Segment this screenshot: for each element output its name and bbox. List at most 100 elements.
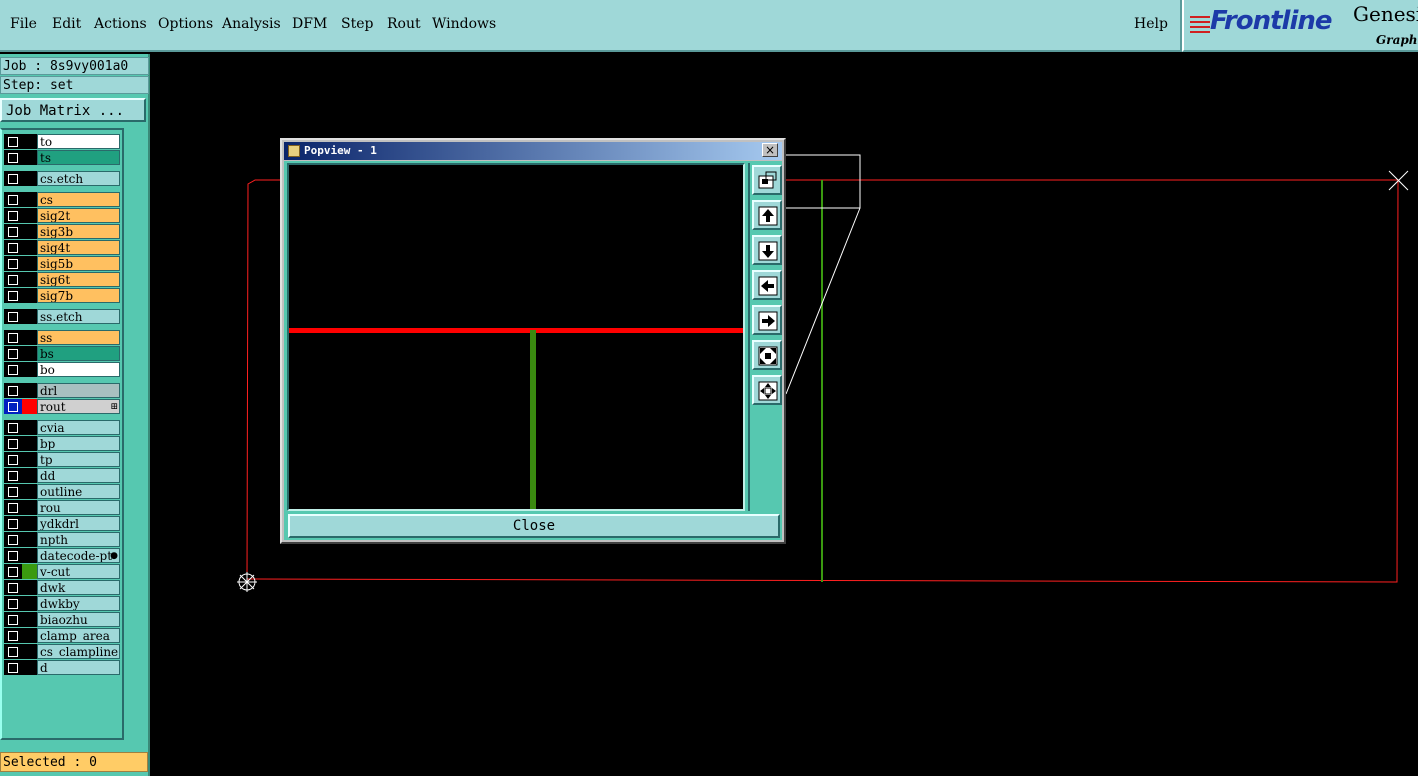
menu-actions[interactable]: Actions [94, 16, 147, 32]
layer-row-to[interactable]: to [4, 134, 122, 149]
layer-checkbox[interactable] [4, 484, 22, 499]
layer-row-ydkdrl[interactable]: ydkdrl [4, 516, 122, 531]
layer-name[interactable]: d [37, 660, 120, 675]
layer-name[interactable]: cs_clampline [37, 644, 120, 659]
layer-color-swatch[interactable] [22, 500, 37, 515]
layer-name[interactable]: dwk [37, 580, 120, 595]
job-matrix-button[interactable]: Job Matrix ... [0, 98, 146, 122]
layer-checkbox[interactable] [4, 150, 22, 165]
layer-checkbox[interactable] [4, 596, 22, 611]
layer-name[interactable]: outline [37, 484, 120, 499]
pan-right-button[interactable] [752, 305, 782, 335]
layer-checkbox[interactable] [4, 362, 22, 377]
layer-checkbox[interactable] [4, 548, 22, 563]
layer-name[interactable]: rou [37, 500, 120, 515]
layer-row-drl[interactable]: drl [4, 383, 122, 398]
layer-color-swatch[interactable] [22, 644, 37, 659]
layer-checkbox[interactable] [4, 134, 22, 149]
layer-name[interactable]: bs [37, 346, 120, 361]
layer-name[interactable]: tp [37, 452, 120, 467]
layer-checkbox[interactable] [4, 256, 22, 271]
layer-row-sig6t[interactable]: sig6t [4, 272, 122, 287]
menu-step[interactable]: Step [341, 16, 373, 32]
layer-color-swatch[interactable] [22, 660, 37, 675]
layer-name[interactable]: drl [37, 383, 120, 398]
layer-checkbox[interactable] [4, 500, 22, 515]
layer-row-dd[interactable]: dd [4, 468, 122, 483]
menu-options[interactable]: Options [158, 16, 213, 32]
layer-checkbox[interactable] [4, 452, 22, 467]
layer-name[interactable]: biaozhu [37, 612, 120, 627]
layer-row-cvia[interactable]: cvia [4, 420, 122, 435]
menu-windows[interactable]: Windows [432, 16, 496, 32]
layer-row-outline[interactable]: outline [4, 484, 122, 499]
layer-name[interactable]: npth [37, 532, 120, 547]
layer-row-clamp-area[interactable]: clamp_area [4, 628, 122, 643]
zoom-window-button[interactable] [752, 165, 782, 195]
popview-viewport[interactable] [287, 163, 745, 511]
layer-checkbox[interactable] [4, 612, 22, 627]
layer-color-swatch[interactable] [22, 224, 37, 239]
layer-row-v-cut[interactable]: v-cut [4, 564, 122, 579]
layer-row-bo[interactable]: bo [4, 362, 122, 377]
popview-window[interactable]: Popview - 1 × Close [280, 138, 786, 544]
pan-left-button[interactable] [752, 270, 782, 300]
layer-checkbox[interactable] [4, 399, 22, 414]
popview-title-bar[interactable]: Popview - 1 [284, 142, 782, 160]
pan-up-button[interactable] [752, 200, 782, 230]
layer-checkbox[interactable] [4, 208, 22, 223]
layer-checkbox[interactable] [4, 532, 22, 547]
layer-name[interactable]: clamp_area [37, 628, 120, 643]
layer-checkbox[interactable] [4, 628, 22, 643]
layer-row-sig3b[interactable]: sig3b [4, 224, 122, 239]
layer-name[interactable]: cvia [37, 420, 120, 435]
layer-color-swatch[interactable] [22, 548, 37, 563]
layer-name[interactable]: cs.etch [37, 171, 120, 186]
layer-color-swatch[interactable] [22, 628, 37, 643]
layer-color-swatch[interactable] [22, 596, 37, 611]
layer-name[interactable]: sig4t [37, 240, 120, 255]
layer-color-swatch[interactable] [22, 399, 37, 414]
layer-checkbox[interactable] [4, 436, 22, 451]
menu-file[interactable]: File [10, 16, 37, 32]
layer-row-bs[interactable]: bs [4, 346, 122, 361]
layer-color-swatch[interactable] [22, 580, 37, 595]
layer-name[interactable]: bp [37, 436, 120, 451]
pan-down-button[interactable] [752, 235, 782, 265]
layer-checkbox[interactable] [4, 288, 22, 303]
layer-row-cs[interactable]: cs [4, 192, 122, 207]
layer-row-dwkby[interactable]: dwkby [4, 596, 122, 611]
menu-edit[interactable]: Edit [52, 16, 81, 32]
layer-checkbox[interactable] [4, 330, 22, 345]
layer-color-swatch[interactable] [22, 256, 37, 271]
layer-checkbox[interactable] [4, 564, 22, 579]
layer-color-swatch[interactable] [22, 288, 37, 303]
layer-color-swatch[interactable] [22, 383, 37, 398]
layer-color-swatch[interactable] [22, 612, 37, 627]
layer-name[interactable]: sig3b [37, 224, 120, 239]
layer-color-swatch[interactable] [22, 362, 37, 377]
layer-name[interactable]: ts [37, 150, 120, 165]
layer-color-swatch[interactable] [22, 346, 37, 361]
menu-analysis[interactable]: Analysis [222, 16, 281, 32]
popview-close-x-button[interactable]: × [762, 143, 778, 157]
layer-color-swatch[interactable] [22, 468, 37, 483]
layer-row-d[interactable]: d [4, 660, 122, 675]
layer-checkbox[interactable] [4, 420, 22, 435]
layer-color-swatch[interactable] [22, 330, 37, 345]
layer-checkbox[interactable] [4, 224, 22, 239]
layer-name[interactable]: sig6t [37, 272, 120, 287]
layer-name[interactable]: ss.etch [37, 309, 120, 324]
layer-color-swatch[interactable] [22, 532, 37, 547]
layer-name[interactable]: v-cut [37, 564, 120, 579]
layer-name[interactable]: bo [37, 362, 120, 377]
layer-color-swatch[interactable] [22, 171, 37, 186]
layer-name[interactable]: sig7b [37, 288, 120, 303]
layer-color-swatch[interactable] [22, 272, 37, 287]
layer-row-cs-clampline[interactable]: cs_clampline [4, 644, 122, 659]
layer-row-sig4t[interactable]: sig4t [4, 240, 122, 255]
layer-color-swatch[interactable] [22, 134, 37, 149]
layer-checkbox[interactable] [4, 516, 22, 531]
layer-color-swatch[interactable] [22, 452, 37, 467]
layer-color-swatch[interactable] [22, 150, 37, 165]
